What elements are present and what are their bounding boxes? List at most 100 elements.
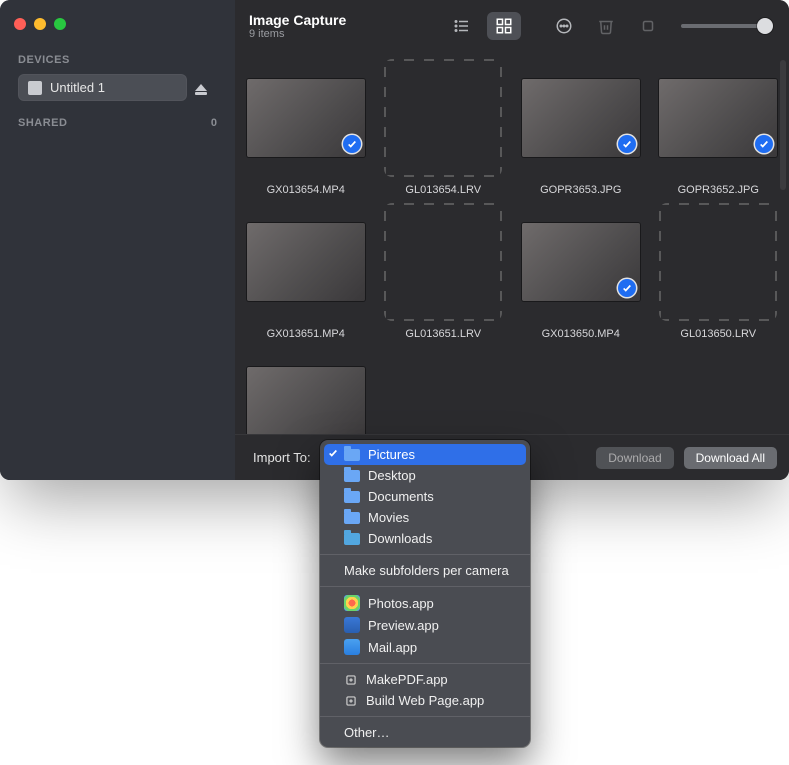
disk-icon	[28, 81, 42, 95]
thumbnail-grid-scroll[interactable]: GX013654.MP4 GL013654.LRV GOPR3653.JPG GOPR…	[235, 52, 789, 434]
thumbnail-cell[interactable]: GX013650.MP4	[518, 202, 644, 340]
thumbnail-wrap	[521, 58, 641, 178]
menu-separator	[320, 554, 530, 555]
thumbnail-cell[interactable]	[243, 346, 369, 434]
import-to-label: Import To:	[253, 450, 311, 465]
window-controls	[0, 10, 235, 48]
media-thumbnail	[522, 223, 640, 301]
item-count: 9 items	[249, 28, 346, 41]
menu-item-folder[interactable]: Downloads	[320, 528, 530, 549]
folder-icon	[344, 533, 360, 545]
thumbnail-filename: GL013650.LRV	[680, 328, 756, 340]
menu-item-folder[interactable]: Movies	[320, 507, 530, 528]
thumbnail-cell[interactable]: GOPR3652.JPG	[656, 58, 782, 196]
thumbnail-filename: GX013651.MP4	[267, 328, 345, 340]
menu-item-label: Pictures	[368, 447, 415, 462]
thumbnail-wrap	[658, 58, 778, 178]
thumbnail-size-slider[interactable]	[681, 24, 771, 28]
menu-item-app[interactable]: Preview.app	[320, 614, 530, 636]
automator-icon	[344, 673, 358, 687]
thumbnail-wrap	[246, 58, 366, 178]
download-all-button[interactable]: Download All	[684, 447, 777, 469]
grid-icon	[495, 17, 513, 35]
check-icon	[328, 448, 338, 458]
media-thumbnail	[522, 79, 640, 157]
import-to-dropdown-menu[interactable]: Pictures Desktop Documents Movies Downloads M…	[320, 440, 530, 747]
trash-icon	[597, 17, 615, 35]
app-icon	[344, 617, 360, 633]
menu-item-subfolders[interactable]: Make subfolders per camera	[320, 560, 530, 581]
menu-item-folder[interactable]: Desktop	[320, 465, 530, 486]
sidebar: DEVICES Untitled 1 SHARED 0	[0, 0, 235, 480]
thumbnail-wrap	[383, 58, 503, 178]
list-view-button[interactable]	[445, 12, 479, 40]
menu-item-label: Preview.app	[368, 618, 439, 633]
scrollbar[interactable]	[780, 60, 786, 190]
rotate-button[interactable]	[631, 12, 665, 40]
thumbnail-cell[interactable]: GL013654.LRV	[381, 58, 507, 196]
placeholder-thumbnail	[659, 203, 777, 321]
menu-item-label: Desktop	[368, 468, 416, 483]
thumbnail-wrap	[658, 202, 778, 322]
menu-item-app[interactable]: Mail.app	[320, 636, 530, 658]
download-button[interactable]: Download	[596, 447, 673, 469]
thumbnail-wrap	[246, 346, 366, 434]
thumbnail-cell[interactable]: GL013650.LRV	[656, 202, 782, 340]
selected-check-badge	[343, 135, 361, 153]
media-thumbnail	[247, 79, 365, 157]
menu-item-label: Downloads	[368, 531, 432, 546]
thumbnail-wrap	[246, 202, 366, 322]
eject-icon[interactable]	[195, 84, 207, 91]
ellipsis-circle-icon	[555, 17, 573, 35]
thumbnail-grid: GX013654.MP4 GL013654.LRV GOPR3653.JPG GOPR…	[243, 58, 781, 434]
sidebar-shared-heading: SHARED	[18, 117, 67, 129]
menu-item-app[interactable]: Photos.app	[320, 592, 530, 614]
menu-item-action[interactable]: MakePDF.app	[320, 669, 530, 690]
thumbnail-filename: GL013651.LRV	[405, 328, 481, 340]
menu-item-label: Make subfolders per camera	[344, 563, 509, 578]
menu-item-label: Documents	[368, 489, 434, 504]
thumbnail-filename: GX013650.MP4	[542, 328, 620, 340]
selected-check-badge	[618, 279, 636, 297]
minimize-window-button[interactable]	[34, 18, 46, 30]
menu-item-folder[interactable]: Documents	[320, 486, 530, 507]
menu-item-other[interactable]: Other…	[320, 722, 530, 743]
sidebar-device-item[interactable]: Untitled 1	[18, 74, 187, 101]
more-options-button[interactable]	[547, 12, 581, 40]
sidebar-shared-count: 0	[211, 117, 217, 129]
menu-item-label: Photos.app	[368, 596, 434, 611]
menu-item-label: Mail.app	[368, 640, 417, 655]
thumbnail-cell[interactable]: GX013654.MP4	[243, 58, 369, 196]
menu-item-folder[interactable]: Pictures	[324, 444, 526, 465]
placeholder-thumbnail	[384, 203, 502, 321]
slider-knob[interactable]	[757, 18, 773, 34]
sidebar-devices-heading: DEVICES	[0, 48, 235, 72]
sidebar-device-label: Untitled 1	[50, 80, 105, 95]
menu-separator	[320, 663, 530, 664]
close-window-button[interactable]	[14, 18, 26, 30]
check-icon	[347, 139, 357, 149]
grid-view-button[interactable]	[487, 12, 521, 40]
list-icon	[453, 17, 471, 35]
app-icon	[344, 595, 360, 611]
placeholder-thumbnail	[384, 59, 502, 177]
automator-icon	[344, 694, 358, 708]
thumbnail-wrap	[383, 202, 503, 322]
check-icon	[622, 283, 632, 293]
menu-separator	[320, 586, 530, 587]
media-thumbnail	[247, 367, 365, 434]
folder-icon	[344, 449, 360, 461]
toolbar: Image Capture 9 items	[235, 0, 789, 52]
thumbnail-cell[interactable]: GOPR3653.JPG	[518, 58, 644, 196]
menu-item-label: Other…	[344, 725, 390, 740]
thumbnail-filename: GX013654.MP4	[267, 184, 345, 196]
delete-button[interactable]	[589, 12, 623, 40]
thumbnail-filename: GOPR3653.JPG	[540, 184, 621, 196]
thumbnail-cell[interactable]: GL013651.LRV	[381, 202, 507, 340]
menu-item-action[interactable]: Build Web Page.app	[320, 690, 530, 711]
menu-item-label: Movies	[368, 510, 409, 525]
thumbnail-cell[interactable]: GX013651.MP4	[243, 202, 369, 340]
menu-item-label: Build Web Page.app	[366, 693, 484, 708]
zoom-window-button[interactable]	[54, 18, 66, 30]
folder-icon	[344, 470, 360, 482]
